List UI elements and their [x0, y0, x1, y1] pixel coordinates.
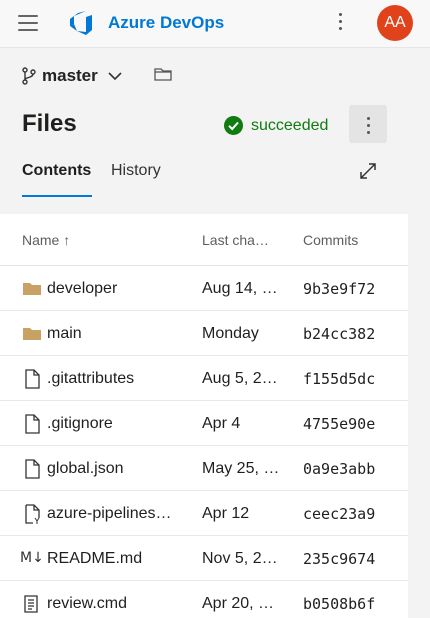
table-row[interactable]: .gitignore Apr 4 4755e90e [0, 401, 408, 446]
column-commits-header: Commits [303, 232, 359, 248]
commit-id[interactable]: f155d5dc [303, 370, 375, 388]
file-icon [25, 414, 40, 434]
file-name: developer [47, 280, 118, 297]
last-change: May 25, … [202, 460, 280, 477]
last-change: Aug 5, 2… [202, 370, 278, 387]
status-label: succeeded [251, 116, 329, 134]
folder-icon [23, 283, 41, 295]
last-change: Monday [202, 325, 259, 342]
file-name: main [47, 325, 82, 342]
hamburger-menu-icon[interactable] [18, 15, 38, 31]
branch-selector[interactable]: master [22, 64, 122, 88]
table-header: Name ↑ Last cha… Commits [0, 214, 408, 266]
commit-id[interactable]: 9b3e9f72 [303, 280, 375, 298]
commit-id[interactable]: b0508b6f [303, 595, 375, 613]
commit-id[interactable]: 4755e90e [303, 415, 375, 433]
folder-icon [23, 328, 41, 340]
files-table: Name ↑ Last cha… Commits developer Aug 1… [0, 214, 408, 618]
table-row[interactable]: azure-pipelines… Apr 12 ceec23a9 [0, 491, 408, 536]
file-icon [25, 369, 40, 389]
last-change: Apr 12 [202, 505, 250, 522]
commit-id[interactable]: 0a9e3abb [303, 460, 375, 478]
table-row[interactable]: review.cmd Apr 20, … b0508b6f [0, 581, 408, 618]
more-actions-button[interactable] [349, 105, 387, 143]
folder-icon[interactable] [154, 66, 172, 82]
file-name: .gitattributes [47, 370, 135, 387]
more-options-icon[interactable] [332, 10, 348, 36]
tab-history[interactable]: History [111, 162, 161, 180]
branch-name: master [42, 66, 98, 85]
commit-id[interactable]: ceec23a9 [303, 505, 375, 523]
column-last-change-header: Last cha… [202, 232, 269, 248]
file-name: global.json [47, 460, 124, 477]
table-row[interactable]: main Monday b24cc382 [0, 311, 408, 356]
brand-name[interactable]: Azure DevOps [108, 13, 224, 33]
page-title: Files [22, 110, 77, 137]
chevron-down-icon [108, 72, 122, 81]
file-name: .gitignore [47, 415, 113, 432]
tab-contents[interactable]: Contents [22, 162, 91, 180]
yaml-file-icon [25, 504, 40, 524]
last-change: Apr 4 [202, 415, 241, 432]
file-icon [25, 459, 40, 479]
markdown-icon: M↓ [20, 550, 44, 566]
check-circle-icon [224, 116, 243, 135]
avatar[interactable]: AA [377, 5, 413, 41]
active-tab-indicator [22, 195, 92, 197]
commit-id[interactable]: b24cc382 [303, 325, 375, 343]
top-bar: Azure DevOps AA [0, 0, 430, 48]
azure-devops-logo[interactable] [68, 10, 94, 36]
last-change: Nov 5, 2… [202, 550, 278, 567]
pipeline-status[interactable]: succeeded [224, 116, 328, 135]
branch-icon [22, 67, 36, 85]
file-name: azure-pipelines… [47, 505, 172, 522]
last-change: Apr 20, … [202, 595, 275, 612]
table-row[interactable]: global.json May 25, … 0a9e3abb [0, 446, 408, 491]
last-change: Aug 14, … [202, 280, 278, 297]
table-row[interactable]: M↓ README.md Nov 5, 2… 235c9674 [0, 536, 408, 581]
file-name: review.cmd [47, 595, 128, 612]
file-name: README.md [47, 550, 143, 567]
column-name-header[interactable]: Name ↑ [22, 232, 70, 248]
expand-icon[interactable] [358, 161, 378, 181]
commit-id[interactable]: 235c9674 [303, 550, 375, 568]
table-row[interactable]: developer Aug 14, … 9b3e9f72 [0, 266, 408, 311]
table-row[interactable]: .gitattributes Aug 5, 2… f155d5dc [0, 356, 408, 401]
more-actions-icon [366, 117, 370, 120]
script-file-icon [24, 595, 38, 613]
